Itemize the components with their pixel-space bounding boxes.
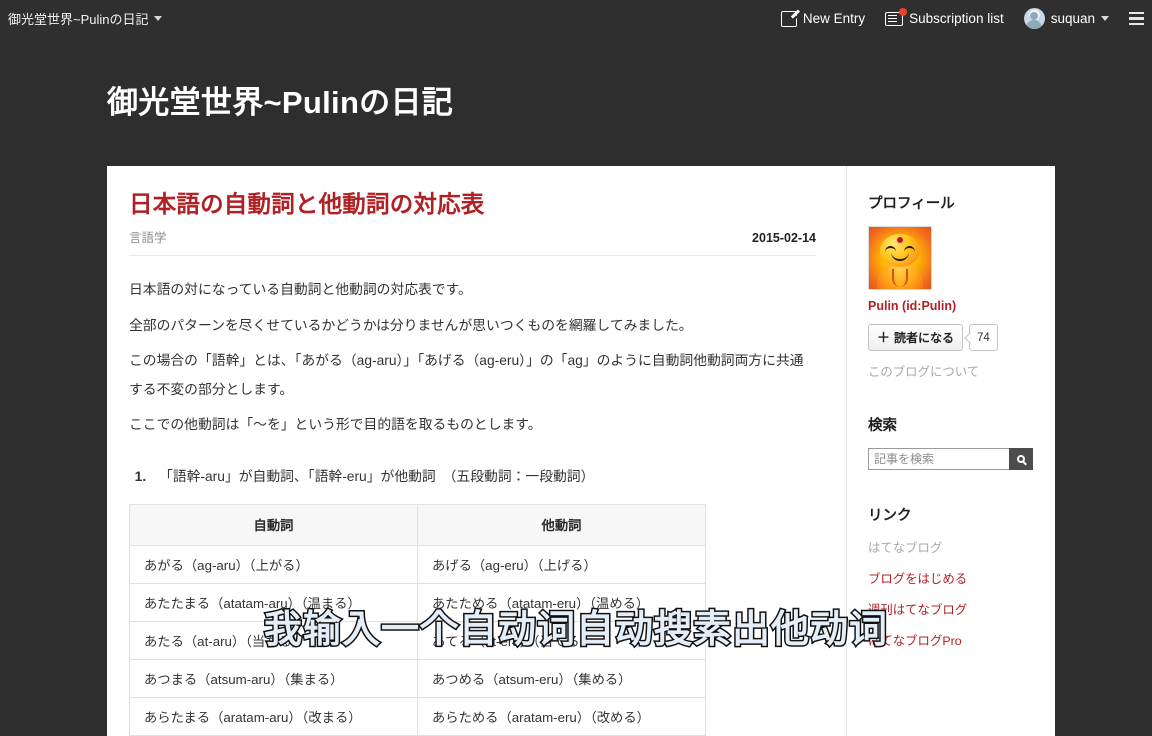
entry-paragraph: 全部のパターンを尽くせているかどうかは分りませんが思いつくものを網羅してみました… [129,317,693,333]
sidebar-links-heading: リンク [868,508,912,524]
sidebar-profile-module: プロフィール Pulin (id:Pulin) ＋ 読者になる 74 このブログ… [868,192,1055,380]
global-header-blog-name-label: 御光堂世界~Pulinの日記 [8,12,149,27]
notification-badge-dot [899,7,908,16]
table-header-intransitive: 自動詞 [129,503,418,546]
profile-image[interactable] [868,226,932,290]
new-entry-label: New Entry [802,11,866,26]
table-cell-transitive: あげる（ag-eru）（上げる） [417,544,706,584]
table-header-transitive: 他動詞 [417,503,706,546]
avatar [1023,8,1045,29]
content-container: 日本語の自動詞と他動詞の対応表 言語学 2015-02-14 日本語の対になって… [107,166,1055,736]
table-head: 自動詞 他動詞 [129,503,706,546]
verb-correspondence-table: 自動詞 他動詞 あがる（ag-aru）（上がる） あげる（ag-eru）（上げる… [129,503,706,736]
table-cell-intransitive: あがる（ag-aru）（上がる） [129,544,418,584]
table-row: あたたまる（atatam-aru）（温まる） あたためる（atatam-eru）… [129,582,706,622]
about-blog-link[interactable]: このブログについて [868,362,1055,380]
subscribe-label: 読者になる [894,331,955,345]
sidebar-link-hatena-pro[interactable]: はてなブログPro [868,631,1055,649]
entry-paragraph: ここでの他動詞は「〜を」という形で目的語を取るものとします。 [129,417,542,433]
entry-title[interactable]: 日本語の自動詞と他動詞の対応表 [129,190,816,219]
table-cell-intransitive: あつまる（atsum-aru）（集まる） [129,658,418,698]
table-cell-intransitive: あたる（at-aru）（当たる） [129,620,418,660]
entry-body: 日本語の対になっている自動詞と他動詞の対応表です。 全部のパターンを尽くせている… [129,275,816,736]
table-header-row: 自動詞 他動詞 [129,503,706,546]
blog-title[interactable]: 御光堂世界~Pulinの日記 [107,77,453,122]
subscription-list-label: Subscription list [909,11,1004,26]
sidebar-search-module: 検索 [868,414,1055,470]
search-input[interactable] [868,448,1009,470]
table-row: あつまる（atsum-aru）（集まる） あつめる（atsum-eru）（集める… [129,658,706,698]
main-content: 日本語の自動詞と他動詞の対応表 言語学 2015-02-14 日本語の対になって… [107,166,846,736]
menu-icon[interactable] [1129,10,1144,28]
sidebar-profile-heading: プロフィール [868,196,955,212]
rule-list: 「語幹-aru」が自動詞、「語幹-eru」が他動詞 （五段動詞：一段動詞） [129,464,816,490]
pencil-icon [780,10,797,27]
search-form [868,448,1055,470]
table-row: あたる（at-aru）（当たる） あてる（at-eru）（当てる） [129,620,706,660]
table-cell-transitive: あてる（at-eru）（当てる） [417,620,706,660]
sidebar: プロフィール Pulin (id:Pulin) ＋ 読者になる 74 このブログ… [846,166,1055,736]
subscription-list-button[interactable]: Subscription list [885,7,1004,26]
table-cell-intransitive: あらたまる（aratam-aru）（改まる） [129,696,418,736]
global-header-blog-name[interactable]: 御光堂世界~Pulinの日記 [8,9,162,28]
profile-name[interactable]: Pulin (id:Pulin) [868,299,1055,313]
table-cell-transitive: あつめる（atsum-eru）（集める） [417,658,706,698]
user-menu-button[interactable]: suquan [1023,8,1109,29]
user-name-label: suquan [1050,11,1095,26]
new-entry-button[interactable]: New Entry [780,10,866,27]
global-header: 御光堂世界~Pulinの日記 New Entry Subscription li… [0,0,1152,37]
envelope-icon [885,7,908,26]
table-body: あがる（ag-aru）（上がる） あげる（ag-eru）（上げる） あたたまる（… [129,544,706,736]
sidebar-link-start-blog[interactable]: ブログをはじめる [868,569,1055,587]
search-button[interactable] [1009,448,1033,470]
sidebar-link-hatena-blog[interactable]: はてなブログ [868,538,1055,556]
subscribe-row: ＋ 読者になる 74 [868,324,1055,351]
subscriber-count-badge[interactable]: 74 [969,324,998,351]
sidebar-search-heading: 検索 [868,418,897,434]
entry-paragraph: 日本語の対になっている自動詞と他動詞の対応表です。 [129,282,472,298]
entry-paragraph: この場合の「語幹」とは、「あがる（ag-aru）」「あげる（ag-eru）」の「… [129,352,804,398]
table-row: あらたまる（aratam-aru）（改まる） あらためる（aratam-eru）… [129,696,706,736]
rule-list-item: 「語幹-aru」が自動詞、「語幹-eru」が他動詞 （五段動詞：一段動詞） [150,464,816,490]
sidebar-link-weekly-hatena[interactable]: 週刊はてなブログ [868,600,1055,618]
global-header-actions: New Entry Subscription list suquan [780,7,1152,29]
chevron-down-icon [1101,16,1109,21]
search-icon [1017,455,1025,463]
entry-date[interactable]: 2015-02-14 [752,231,816,245]
plus-icon: ＋ [877,330,891,345]
sidebar-links-module: リンク はてなブログ ブログをはじめる 週刊はてなブログ はてなブログPro [868,504,1055,649]
table-row: あがる（ag-aru）（上がる） あげる（ag-eru）（上げる） [129,544,706,584]
table-cell-transitive: あたためる（atatam-eru）（温める） [417,582,706,622]
entry-category[interactable]: 言語学 [129,227,167,246]
subscribe-button[interactable]: ＋ 読者になる [868,324,964,351]
entry-meta: 言語学 2015-02-14 [129,227,816,257]
table-cell-transitive: あらためる（aratam-eru）（改める） [417,696,706,736]
chevron-down-icon [153,16,162,21]
table-cell-intransitive: あたたまる（atatam-aru）（温まる） [129,582,418,622]
blog-header: 御光堂世界~Pulinの日記 [0,37,1152,166]
